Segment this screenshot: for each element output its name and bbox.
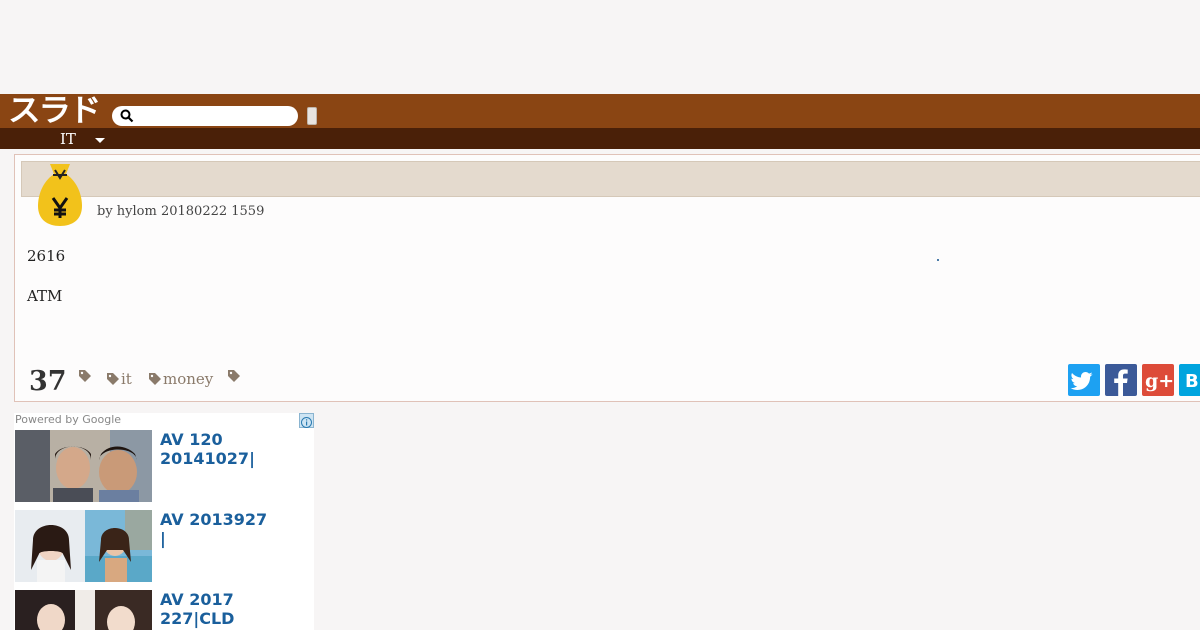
tag-link[interactable] — [228, 370, 242, 382]
tag-icon — [228, 370, 240, 382]
article-body-line: 2616 — [27, 247, 66, 265]
tag-label: it — [121, 370, 132, 388]
svg-text:g+: g+ — [1145, 370, 1174, 392]
facebook-share-button[interactable] — [1105, 364, 1137, 396]
article-body-line: ATM — [27, 287, 63, 305]
ad-thumbnail[interactable] — [15, 590, 152, 630]
twitter-share-button[interactable] — [1068, 364, 1100, 396]
link-dot — [937, 259, 939, 261]
ad-powered-by: Powered by Google — [15, 413, 122, 426]
ad-link-title[interactable]: AV 2017 227|CLD — [160, 590, 310, 628]
info-glyph — [301, 417, 312, 428]
chevron-down-icon[interactable] — [95, 138, 105, 143]
tag-link[interactable] — [79, 370, 93, 382]
section-nav — [0, 128, 1200, 149]
comment-count[interactable]: 37 — [29, 366, 67, 398]
ad-thumbnail[interactable] — [15, 430, 152, 502]
tag-icon — [107, 373, 119, 385]
search-icon — [120, 109, 134, 123]
tag-link[interactable]: it — [107, 370, 132, 388]
google-plus-share-button[interactable]: g+ — [1142, 364, 1174, 396]
google-plus-icon: g+ — [1145, 370, 1174, 392]
tag-link[interactable]: money — [149, 370, 213, 388]
hatena-icon: B — [1185, 371, 1199, 392]
hatena-bookmark-button[interactable]: B — [1179, 364, 1200, 396]
article-byline: by hylom 20180222 1559 — [97, 204, 265, 219]
site-logo[interactable]: スラド — [8, 96, 101, 127]
twitter-icon — [1070, 372, 1093, 390]
article-title-bar[interactable] — [21, 161, 1200, 197]
svg-text:B: B — [1185, 371, 1199, 392]
search-button[interactable] — [307, 107, 317, 125]
ad-link-title[interactable]: AV 120 20141027| — [160, 430, 310, 468]
facebook-icon — [1114, 369, 1128, 396]
tag-icon — [149, 373, 161, 385]
search-input[interactable] — [112, 106, 298, 126]
tag-icon — [79, 370, 91, 382]
ad-thumbnail[interactable] — [15, 510, 152, 582]
info-icon[interactable] — [299, 413, 314, 428]
tag-label: money — [163, 370, 214, 388]
money-bag-icon — [38, 164, 82, 226]
ad-link-title[interactable]: AV 2013927 | — [160, 510, 310, 548]
section-dropdown-label[interactable]: IT — [60, 131, 76, 148]
